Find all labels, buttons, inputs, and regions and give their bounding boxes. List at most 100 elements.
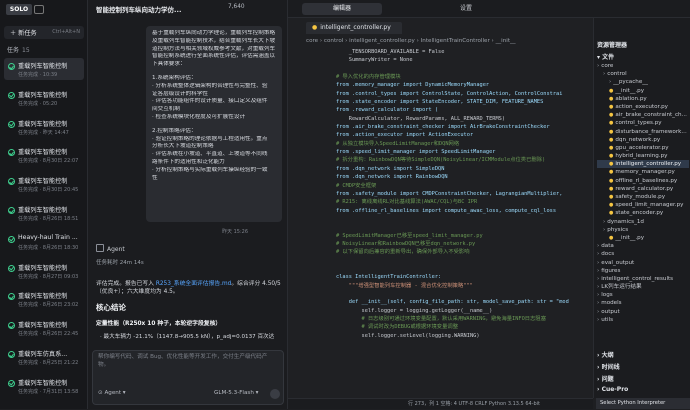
tree-file[interactable]: ● memory_manager.py bbox=[597, 168, 689, 176]
tree-item-label: intelligent_controller.py bbox=[615, 161, 682, 168]
task-title: 重载列车智能控制 bbox=[18, 149, 68, 157]
tree-file[interactable]: ● control_types.py bbox=[597, 119, 689, 127]
tree-file[interactable]: ● dqn_network.py bbox=[597, 136, 689, 144]
tab-settings[interactable]: 设置 bbox=[436, 3, 496, 15]
tree-folder[interactable]: › LK列车运行结果 bbox=[597, 283, 689, 291]
tree-file[interactable]: ● __init__.py bbox=[597, 87, 689, 95]
tree-folder[interactable]: › dynamics_1d bbox=[597, 218, 689, 226]
tree-file[interactable]: ● gpu_accelerator.py bbox=[597, 144, 689, 152]
tree-folder[interactable]: › output bbox=[597, 308, 689, 316]
send-icon[interactable] bbox=[270, 389, 280, 399]
tree-folder[interactable]: › eval_output bbox=[597, 259, 689, 267]
tab-editor[interactable]: 编辑器 bbox=[302, 3, 382, 15]
tree-item-label: eval_output bbox=[601, 259, 635, 266]
tree-file[interactable]: ● hybrid_learning.py bbox=[597, 152, 689, 160]
tree-item-label: __init__.py bbox=[615, 234, 645, 241]
task-item[interactable]: 重载列车智能控制 任务完成 · 8月30日 22:07 bbox=[4, 144, 84, 166]
timeline-section[interactable]: › 时间线 bbox=[597, 362, 620, 371]
check-circle-icon bbox=[8, 235, 15, 243]
task-item[interactable]: 重载列车仿真系... 任务完成 · 8月25日 21:22 bbox=[4, 346, 84, 368]
cue-pro-section[interactable]: › Cue-Pro bbox=[597, 386, 628, 393]
tree-file[interactable]: ● action_executor.py bbox=[597, 103, 689, 111]
task-item[interactable]: 重载列车智能控制 任务完成 · 8月26日 23:02 bbox=[4, 288, 84, 310]
tree-file[interactable]: ● reward_calculator.py bbox=[597, 185, 689, 193]
report-link[interactable]: R253_系统全面评估报告.md bbox=[156, 281, 232, 287]
sidebar-toggle-icon[interactable] bbox=[34, 5, 44, 14]
tree-item-label: __pycache__ bbox=[613, 79, 648, 86]
files-section[interactable]: ▾ 文件 bbox=[597, 52, 614, 61]
tree-item-label: reward_calculator.py bbox=[615, 185, 674, 192]
tree-file[interactable]: ● offline_rl_baselines.py bbox=[597, 177, 689, 185]
outline-section[interactable]: › 大纲 bbox=[597, 350, 614, 359]
task-title: 重载列车智能控制 bbox=[18, 322, 68, 330]
message-line: 2.控制策略评估： bbox=[152, 127, 197, 134]
tree-file[interactable]: ● safety_module.py bbox=[597, 193, 689, 201]
python-file-icon: ● bbox=[609, 234, 614, 241]
code-line: from .offline_rl_baselines import comput… bbox=[336, 207, 557, 214]
tree-folder[interactable]: › logs bbox=[597, 291, 689, 299]
check-circle-icon bbox=[8, 379, 15, 387]
task-item[interactable]: Heavy-haul Train ... 任务完成 · 8月26日 18:30 bbox=[4, 231, 84, 253]
tree-folder[interactable]: › data bbox=[597, 242, 689, 250]
tree-item-label: logs bbox=[601, 292, 613, 299]
python-file-icon: ● bbox=[609, 87, 614, 94]
check-circle-icon bbox=[8, 63, 15, 70]
tree-folder[interactable]: › models bbox=[597, 299, 689, 307]
problems-section[interactable]: › 问题 bbox=[597, 374, 614, 383]
tree-item-label: figures bbox=[601, 267, 621, 274]
file-tab[interactable]: ● intelligent_controller.py bbox=[306, 22, 402, 34]
task-item[interactable]: 重载列车智能控制 任务完成 · 8月30日 20:45 bbox=[4, 173, 84, 195]
task-item[interactable]: 重载列车智能控制 任务完成 · 05:20 bbox=[4, 87, 84, 109]
tree-item-label: air_brake_constraint_ch... bbox=[615, 112, 687, 119]
code-line: from .action_executor import ActionExecu… bbox=[336, 132, 474, 139]
agent-selector[interactable]: ⊙ Agent ▾ bbox=[98, 390, 126, 396]
model-selector[interactable]: GLM-5.3-Flash ▾ bbox=[214, 390, 258, 396]
tree-folder[interactable]: › figures bbox=[597, 267, 689, 275]
tree-folder[interactable]: › __pycache__ bbox=[597, 78, 689, 86]
python-file-icon: ● bbox=[609, 153, 614, 160]
task-item[interactable]: 重载列车智能控制 任务完成 · 7月31日 13:58 bbox=[4, 375, 84, 397]
tree-item-label: gpu_accelerator.py bbox=[615, 144, 669, 151]
code-line: # 调试时改为DEBUG或根据环境变量调整 bbox=[336, 324, 459, 331]
task-item[interactable]: 重载列车智能控制 任务完成 · 昨天 14:47 bbox=[4, 116, 84, 138]
task-status: 任务完成 · 8月26日 23:02 bbox=[18, 302, 79, 309]
tree-file[interactable]: ● intelligent_controller.py bbox=[597, 160, 689, 169]
tree-item-label: hybrid_learning.py bbox=[615, 153, 668, 160]
task-status: 任务完成 · 10:39 bbox=[18, 72, 58, 78]
python-file-icon: ● bbox=[609, 136, 614, 143]
code-line: class IntelligentTrainController: bbox=[336, 274, 442, 281]
tree-file[interactable]: ● state_encoder.py bbox=[597, 209, 689, 217]
file-tree: › core › control › __pycache__ ● __init__.py ● ab… bbox=[597, 62, 689, 324]
tree-folder[interactable]: › intelligent_control_results bbox=[597, 275, 689, 283]
task-item[interactable]: 重载列车智能控制 任务完成 · 8月26日 22:45 bbox=[4, 317, 84, 339]
tree-folder[interactable]: › docs bbox=[597, 250, 689, 258]
message-line: 分析长大下坡道控制策略 bbox=[152, 143, 214, 150]
message-line: · 评估各功能组件的设计质量、接口定义及组件 bbox=[152, 98, 268, 105]
task-item[interactable]: 重载列车智能控制 任务完成 · 8月27日 09:03 bbox=[4, 260, 84, 282]
task-item[interactable]: 重载列车智能控制 任务完成 · 8月26日 18:51 bbox=[4, 202, 84, 224]
tree-file[interactable]: ● __init__.py bbox=[597, 234, 689, 242]
check-circle-icon bbox=[8, 149, 15, 157]
tree-file[interactable]: ● speed_limit_manager.py bbox=[597, 201, 689, 209]
tree-folder[interactable]: › physics bbox=[597, 226, 689, 234]
message-line: 性 bbox=[152, 174, 158, 181]
tree-folder[interactable]: › control bbox=[597, 70, 689, 78]
chevron-right-icon: › bbox=[597, 251, 600, 258]
tree-file[interactable]: ● ablation.py bbox=[597, 95, 689, 103]
tree-folder[interactable]: › core bbox=[597, 62, 689, 70]
python-file-icon: ● bbox=[609, 128, 614, 135]
tree-folder[interactable]: › utils bbox=[597, 316, 689, 324]
tree-item-label: control bbox=[607, 71, 627, 78]
code-lines[interactable]: _TENSORBOARD_AVAILABLE = False SummaryWr… bbox=[292, 48, 592, 340]
tree-file[interactable]: ● disturbance_framework... bbox=[597, 128, 689, 136]
task-item[interactable]: 重载列车智能控制 任务完成 · 10:39 bbox=[4, 58, 84, 80]
python-interpreter-button[interactable]: Select Python Interpreter bbox=[596, 398, 690, 409]
task-title: 重载列车智能控制 bbox=[18, 120, 68, 128]
chat-title: 智能控制列车纵向动力学仿... bbox=[96, 6, 182, 14]
new-task-button[interactable]: ＋ 新任务 Ctrl+Alt+N bbox=[4, 26, 84, 39]
tree-file[interactable]: ● air_brake_constraint_ch... bbox=[597, 111, 689, 119]
chevron-right-icon: › bbox=[597, 308, 600, 315]
task-title: Heavy-haul Train ... bbox=[18, 233, 78, 241]
code-line: from .state_encoder import StateEncoder,… bbox=[336, 99, 544, 106]
